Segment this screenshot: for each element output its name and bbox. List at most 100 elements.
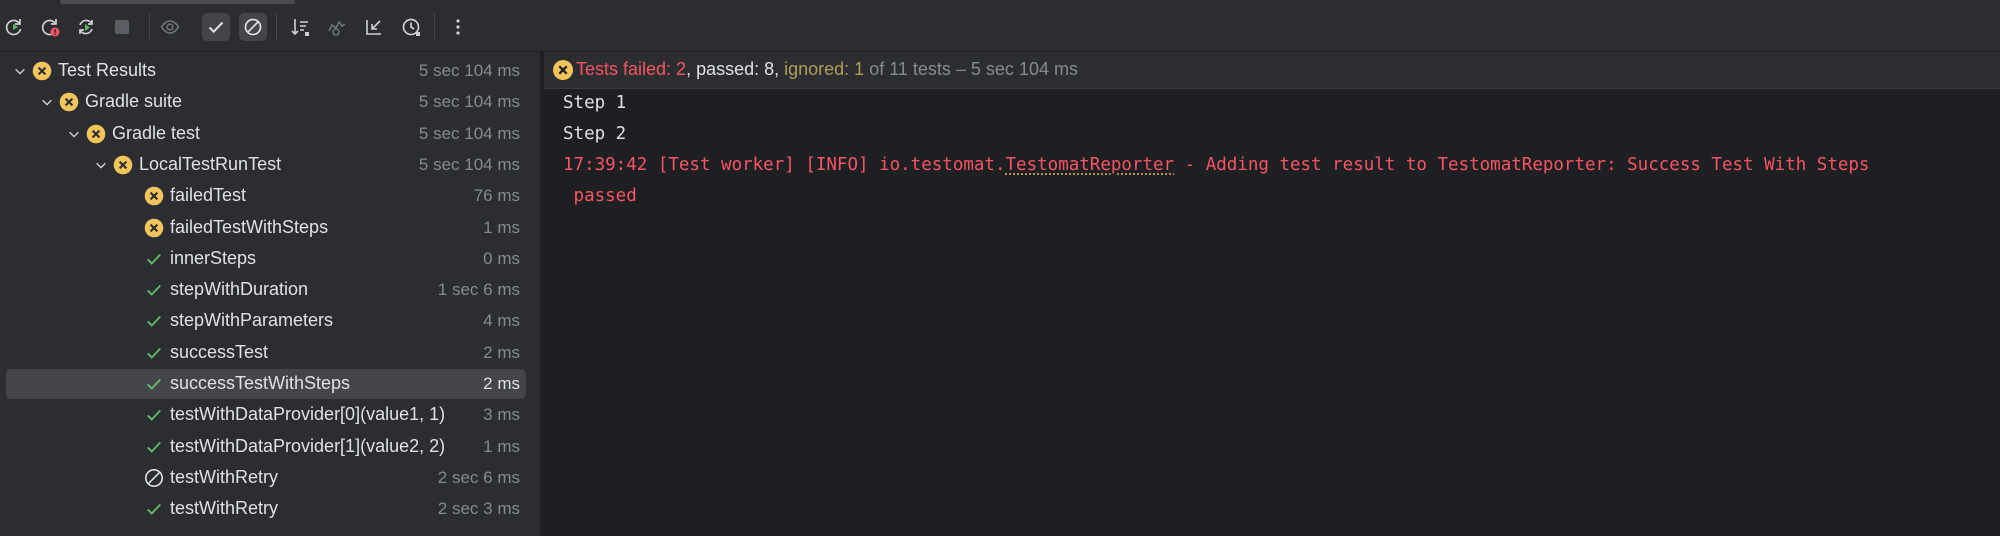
collapse-icon — [366, 20, 381, 35]
test-name: LocalTestRunTest — [139, 153, 282, 174]
tree-row[interactable]: successTest 2 ms — [6, 338, 526, 368]
tree-row[interactable]: Gradle test 5 sec 104 ms — [6, 119, 526, 149]
show-passed-icon — [208, 21, 224, 34]
chevron-down-icon[interactable] — [66, 126, 82, 142]
test-name: Gradle suite — [85, 91, 183, 112]
test-duration: 0 ms — [483, 248, 520, 268]
sort-icon — [291, 19, 309, 36]
test-duration: 4 ms — [483, 311, 520, 331]
tree-row[interactable]: testWithDataProvider[1](value2, 2) 1 ms — [6, 432, 526, 462]
test-runner-toolbar — [0, 0, 2000, 52]
tree-row[interactable]: stepWithParameters 4 ms — [6, 306, 526, 336]
failed-count: Tests failed: 2 — [576, 59, 687, 79]
console-error-line: 17:39:42 [Test worker] [INFO] io.testoma… — [563, 150, 1869, 181]
failed-test-icon — [113, 155, 133, 175]
toolbar-separator — [276, 13, 277, 41]
collapse-button[interactable] — [360, 13, 388, 41]
tree-row[interactable]: LocalTestRunTest 5 sec 104 ms — [6, 150, 526, 180]
chevron-down-icon[interactable] — [39, 94, 55, 110]
more-icon — [456, 19, 460, 35]
show-ignored-icon — [160, 20, 180, 34]
ignored-count: ignored: 1 — [784, 59, 865, 79]
test-name: innerSteps — [170, 247, 257, 268]
tree-row[interactable]: failedTestWithSteps 1 ms — [6, 213, 526, 243]
rerun-icon — [5, 19, 22, 36]
failed-test-icon — [59, 92, 79, 112]
passed-check-icon — [144, 499, 164, 519]
test-duration: 5 sec 104 ms — [418, 154, 520, 174]
toolbar-separator — [149, 13, 150, 41]
test-name: testWithDataProvider[1](value2, 2) — [170, 435, 446, 456]
tree-row[interactable]: stepWithDuration 1 sec 6 ms — [6, 275, 526, 305]
test-duration: 5 sec 104 ms — [418, 92, 520, 112]
passed-check-icon — [144, 405, 164, 425]
failed-test-icon — [144, 186, 164, 206]
tree-row[interactable]: failedTest 76 ms — [6, 181, 526, 211]
test-results-tree: Test Results 5 sec 104 ms Gradle suite 5 se… — [0, 52, 540, 536]
tree-row[interactable]: successTestWithSteps 2 ms — [6, 369, 526, 399]
more-options-button[interactable] — [444, 13, 472, 41]
passed-check-icon — [144, 249, 164, 269]
tree-row[interactable]: testWithDataProvider[0](value1, 1) 3 ms — [6, 400, 526, 430]
toolbar-scroll-thumb[interactable] — [60, 0, 295, 4]
test-duration: 1 ms — [483, 217, 520, 237]
compare-icon — [328, 20, 346, 36]
tree-row[interactable]: Test Results 5 sec 104 ms — [6, 56, 526, 86]
test-name: failedTestWithSteps — [170, 216, 329, 237]
passed-check-icon — [144, 374, 164, 394]
passed-check-icon — [144, 280, 164, 300]
tree-row[interactable]: testWithRetry 2 sec 6 ms — [6, 463, 526, 493]
tree-row[interactable]: innerSteps 0 ms — [6, 244, 526, 274]
test-duration: 1 sec 6 ms — [437, 280, 520, 300]
test-duration: 2 ms — [483, 374, 520, 393]
test-name: successTest — [170, 341, 269, 362]
history-button[interactable] — [397, 13, 425, 41]
rerun-button[interactable] — [0, 13, 28, 41]
console-line: Step 2 — [563, 124, 627, 144]
total-duration: of 11 tests – 5 sec 104 ms — [864, 59, 1078, 79]
sort-button[interactable] — [286, 13, 314, 41]
show-passed-toggle[interactable] — [202, 13, 230, 41]
console-line: Step 1 — [563, 93, 627, 113]
test-duration: 2 ms — [483, 342, 520, 362]
failed-warning-icon — [553, 60, 573, 80]
rerun-automatically-icon — [79, 19, 93, 35]
stop-button[interactable] — [108, 13, 136, 41]
show-ignored-button[interactable] — [156, 13, 184, 41]
tree-row[interactable]: testWithRetry 2 sec 3 ms — [6, 494, 526, 524]
show-ignored-toggle[interactable] — [239, 13, 267, 41]
stop-icon — [115, 20, 129, 34]
console-error-line: passed — [563, 186, 637, 206]
test-name: testWithDataProvider[0](value1, 1) — [170, 404, 446, 425]
test-duration: 2 sec 3 ms — [437, 499, 520, 519]
passed-check-icon — [144, 311, 164, 331]
test-name: successTestWithSteps — [170, 373, 351, 393]
class-link[interactable]: TestomatReporter — [1006, 155, 1175, 175]
test-name: Test Results — [58, 60, 157, 80]
chevron-down-icon[interactable] — [12, 63, 28, 79]
test-output-panel: Tests failed: 2, passed: 8, ignored: 1 o… — [544, 52, 2000, 536]
test-duration: 3 ms — [483, 405, 520, 425]
test-duration: 1 ms — [483, 436, 520, 456]
tree-row[interactable]: Gradle suite 5 sec 104 ms — [6, 87, 526, 117]
failed-test-icon — [32, 61, 52, 81]
test-summary-text: Tests failed: 2, passed: 8, ignored: 1 o… — [576, 59, 1078, 80]
rerun-failed-icon — [41, 19, 60, 37]
test-duration: 5 sec 104 ms — [418, 123, 520, 143]
passed-check-icon — [144, 437, 164, 457]
passed-count: , passed: 8, — [686, 59, 785, 79]
chevron-down-icon[interactable] — [93, 157, 109, 173]
toggle-auto-test-button[interactable] — [72, 13, 100, 41]
passed-check-icon — [144, 343, 164, 363]
test-summary-bar: Tests failed: 2, passed: 8, ignored: 1 o… — [544, 52, 2000, 89]
test-name: stepWithParameters — [170, 310, 334, 331]
rerun-failed-button[interactable] — [36, 13, 64, 41]
test-name: Gradle test — [112, 122, 201, 143]
test-name: failedTest — [170, 185, 247, 206]
show-ignored-filter-icon — [244, 18, 262, 36]
test-name: testWithRetry — [170, 466, 279, 487]
log-prefix: 17:39:42 [Test worker] [INFO] io.testoma… — [563, 155, 1006, 175]
test-name: testWithRetry — [170, 498, 279, 519]
compare-button[interactable] — [323, 13, 351, 41]
history-icon — [402, 18, 420, 36]
